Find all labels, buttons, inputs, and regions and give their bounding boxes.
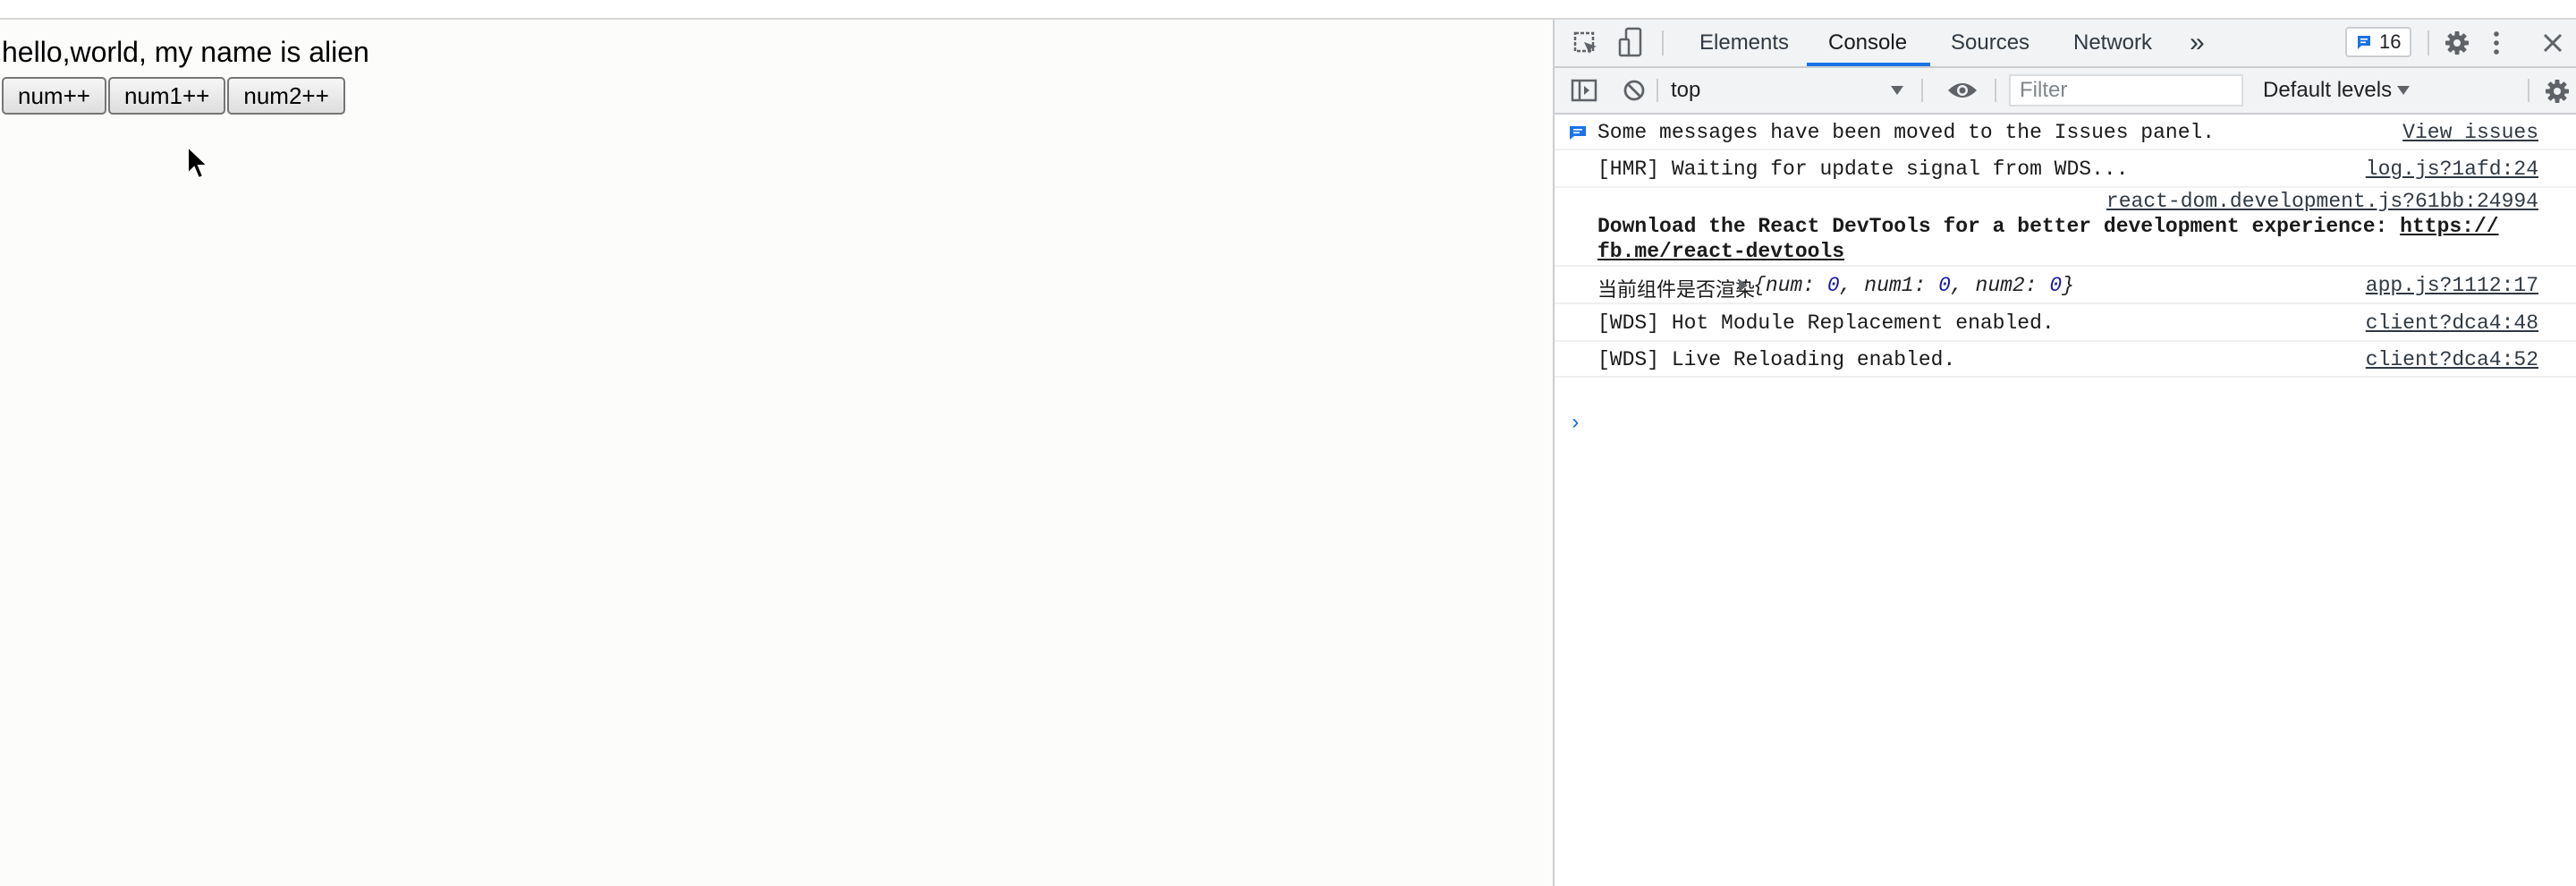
object-value: 0 xyxy=(1938,274,1951,297)
devtools-panel: Elements Console Sources Network » 16 to… xyxy=(1553,20,2576,886)
log-levels-dropdown[interactable]: Default levels xyxy=(2263,68,2392,113)
console-message-text: [WDS] Live Reloading enabled. xyxy=(1597,348,1956,371)
log-levels-dropdown-arrow[interactable] xyxy=(2397,86,2410,95)
console-prompt[interactable]: › xyxy=(1569,412,1581,436)
console-message-text: [WDS] Hot Module Replacement enabled. xyxy=(1597,311,2055,335)
console-message: [HMR] Waiting for update signal from WDS… xyxy=(1555,150,2576,188)
object-colon: : xyxy=(1913,274,1939,297)
console-source-link[interactable]: app.js?1112:17 xyxy=(2366,274,2538,297)
greeting-text: hello,world, my name is alien xyxy=(2,36,369,68)
object-comma: , xyxy=(1839,274,1865,297)
object-colon: : xyxy=(2024,274,2050,297)
expand-triangle-icon[interactable] xyxy=(1739,278,1748,292)
console-message: [WDS] Live Reloading enabled. client?dca… xyxy=(1555,342,2576,378)
issues-message-icon xyxy=(2358,36,2370,49)
toolbar-separator-3 xyxy=(1995,79,1996,102)
console-message-text: Download the React DevTools for a better… xyxy=(1597,215,2499,238)
react-devtools-link-continued[interactable]: fb.me/react-devtools xyxy=(1597,240,1844,263)
inspect-element-icon[interactable] xyxy=(1572,30,1599,57)
console-settings-gear-icon[interactable] xyxy=(2544,78,2571,105)
toolbar-separator-2 xyxy=(1921,79,1923,102)
kebab-menu-icon[interactable] xyxy=(2492,30,2501,56)
console-message-text: [HMR] Waiting for update signal from WDS… xyxy=(1597,158,2129,181)
num1-increment-button[interactable]: num1++ xyxy=(107,77,226,115)
console-message: 当前组件是否渲染 {num: 0, num1: 0, num2: 0} app.… xyxy=(1555,267,2576,304)
console-message: [WDS] Hot Module Replacement enabled. cl… xyxy=(1555,304,2576,342)
console-message: Some messages have been moved to the Iss… xyxy=(1555,115,2576,150)
tab-bar-separator xyxy=(1662,30,1664,55)
issues-message-icon xyxy=(1570,126,1586,140)
console-message: react-dom.development.js?61bb:24994 Down… xyxy=(1555,188,2576,267)
toolbar-separator xyxy=(1657,79,1658,102)
object-value: 0 xyxy=(1826,274,1840,297)
context-selector[interactable]: top xyxy=(1671,68,1894,113)
object-value: 0 xyxy=(2049,274,2063,297)
issues-count: 16 xyxy=(2379,30,2402,53)
console-source-link[interactable]: log.js?1afd:24 xyxy=(2366,158,2538,181)
console-source-link[interactable]: react-dom.development.js?61bb:24994 xyxy=(2106,190,2538,213)
context-dropdown-arrow[interactable] xyxy=(1891,86,1903,95)
console-source-link[interactable]: client?dca4:52 xyxy=(2366,348,2538,371)
toolbar-separator-4 xyxy=(2528,79,2529,102)
clear-console-icon[interactable] xyxy=(1623,79,1646,102)
tab-sources[interactable]: Sources xyxy=(1951,20,2029,66)
console-message-text: Some messages have been moved to the Iss… xyxy=(1597,121,2216,144)
object-brace: { xyxy=(1753,274,1766,297)
tab-elements[interactable]: Elements xyxy=(1699,20,1789,66)
more-tabs-button[interactable]: » xyxy=(2190,20,2205,66)
object-preview[interactable]: {num: 0, num1: 0, num2: 0} xyxy=(1732,274,2074,297)
tab-console[interactable]: Console xyxy=(1828,20,1907,66)
console-source-link[interactable]: client?dca4:48 xyxy=(2366,311,2538,335)
page-viewport: hello,world, my name is alien num++ num1… xyxy=(0,20,1553,886)
top-strip xyxy=(0,0,2576,20)
object-key: num2 xyxy=(1975,274,2025,297)
num2-increment-button[interactable]: num2++ xyxy=(227,77,345,115)
sidebar-toggle-icon[interactable] xyxy=(1571,78,1597,103)
console-toolbar: top Default levels xyxy=(1555,68,2576,115)
object-key: num1 xyxy=(1864,274,1914,297)
num-increment-button[interactable]: num++ xyxy=(2,77,106,115)
object-colon: : xyxy=(1802,274,1827,297)
react-devtools-link[interactable]: https:// xyxy=(2400,215,2498,238)
button-row: num++ num1++ num2++ xyxy=(2,77,347,115)
object-comma: , xyxy=(1950,274,1976,297)
tab-network[interactable]: Network xyxy=(2073,20,2152,66)
issues-counter-button[interactable]: 16 xyxy=(2345,27,2412,57)
console-messages: Some messages have been moved to the Iss… xyxy=(1555,115,2576,436)
object-brace: } xyxy=(2062,274,2074,297)
object-key: num xyxy=(1765,274,1803,297)
device-toolbar-icon[interactable] xyxy=(1617,27,1644,59)
tab-bar-separator-2 xyxy=(2428,30,2429,55)
active-tab-underline xyxy=(1807,63,1930,66)
react-devtools-message: Download the React DevTools for a better… xyxy=(1597,215,2401,238)
devtools-tab-bar: Elements Console Sources Network » 16 xyxy=(1555,20,2576,68)
eye-icon[interactable] xyxy=(1946,80,1979,101)
console-filter-input[interactable] xyxy=(2009,74,2243,106)
view-issues-link[interactable]: View issues xyxy=(2402,121,2538,144)
settings-gear-icon[interactable] xyxy=(2444,30,2470,56)
mouse-cursor-icon xyxy=(187,145,210,180)
close-icon[interactable] xyxy=(2542,32,2563,54)
